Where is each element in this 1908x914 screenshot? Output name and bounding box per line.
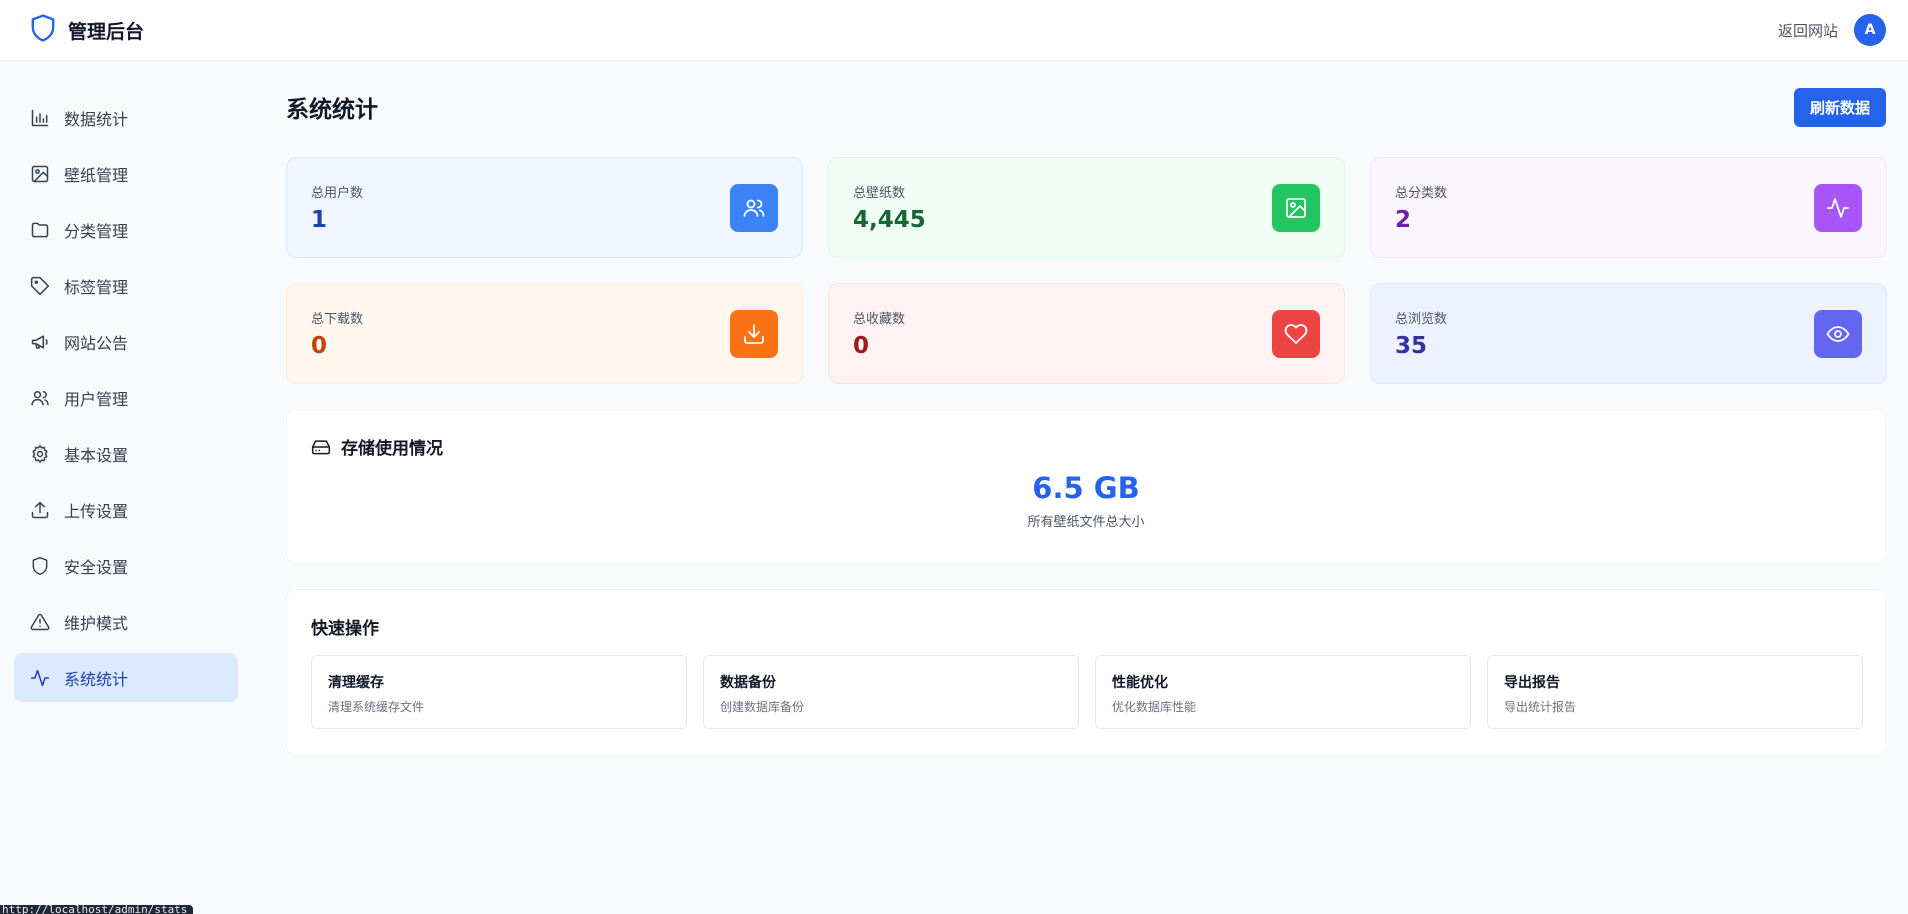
sidebar: 数据统计 壁纸管理 分类管理 标签管理 网站公告 用户管理 基本设置 上传设置 … [0, 61, 252, 914]
sidebar-item-announcements[interactable]: 网站公告 [14, 317, 238, 366]
sidebar-item-label: 基本设置 [64, 445, 129, 465]
image-icon [1272, 183, 1320, 232]
sidebar-item-security[interactable]: 安全设置 [14, 541, 238, 590]
stat-card-favorites: 总收藏数 0 [828, 283, 1345, 384]
sidebar-item-wallpapers[interactable]: 壁纸管理 [14, 149, 238, 198]
sidebar-item-categories[interactable]: 分类管理 [14, 205, 238, 254]
stat-card-views: 总浏览数 35 [1370, 283, 1887, 384]
quick-action-title: 导出报告 [1504, 675, 1560, 691]
storage-description: 所有壁纸文件总大小 [1027, 515, 1145, 530]
quick-action-desc: 优化数据库性能 [1112, 700, 1197, 714]
megaphone-icon [31, 334, 48, 349]
data-backup-action[interactable]: 数据备份 创建数据库备份 [703, 655, 1079, 729]
upload-icon [31, 501, 49, 518]
stat-value: 1 [311, 207, 328, 233]
stat-card-categories: 总分类数 2 [1370, 157, 1887, 258]
sidebar-item-label: 安全设置 [64, 557, 129, 577]
users-icon [730, 183, 778, 232]
stat-value: 35 [1395, 333, 1428, 359]
tag-icon [30, 276, 50, 295]
app-title: 管理后台 [68, 20, 145, 43]
performance-optimize-action[interactable]: 性能优化 优化数据库性能 [1095, 655, 1471, 729]
sidebar-item-label: 数据统计 [64, 109, 129, 129]
top-bar: 管理后台 返回网站 A [0, 0, 1908, 61]
storage-panel: 存储使用情况 6.5 GB 所有壁纸文件总大小 [286, 409, 1886, 564]
sidebar-item-label: 壁纸管理 [64, 165, 129, 185]
sidebar-item-upload-settings[interactable]: 上传设置 [14, 485, 238, 534]
quick-action-title: 性能优化 [1112, 675, 1168, 691]
quick-actions-title: 快速操作 [311, 619, 379, 639]
stat-value: 4,445 [853, 207, 926, 233]
sidebar-item-label: 维护模式 [64, 613, 129, 633]
stat-value: 0 [853, 333, 870, 359]
sidebar-item-label: 系统统计 [64, 669, 129, 689]
warning-icon [30, 613, 50, 630]
back-to-site-link[interactable]: 返回网站 [1778, 20, 1838, 41]
sidebar-item-basic-settings[interactable]: 基本设置 [14, 429, 238, 478]
sidebar-item-tags[interactable]: 标签管理 [14, 261, 238, 310]
sidebar-item-label: 用户管理 [64, 389, 129, 409]
image-icon [31, 165, 49, 182]
eye-icon [1814, 309, 1862, 358]
stat-label: 总浏览数 [1395, 312, 1448, 327]
quick-action-desc: 清理系统缓存文件 [328, 700, 425, 714]
sidebar-item-label: 标签管理 [64, 277, 129, 297]
quick-action-title: 数据备份 [720, 675, 776, 691]
sidebar-item-data-stats[interactable]: 数据统计 [14, 93, 238, 142]
activity-icon [30, 669, 50, 686]
stat-label: 总下载数 [311, 312, 364, 327]
quick-action-title: 清理缓存 [328, 675, 384, 691]
stat-value: 0 [311, 333, 328, 359]
download-icon [730, 309, 778, 358]
shield-icon [32, 556, 48, 575]
stat-value: 2 [1395, 207, 1412, 233]
sidebar-item-label: 网站公告 [64, 333, 129, 353]
stat-label: 总用户数 [311, 186, 364, 201]
gear-icon [32, 444, 48, 463]
shield-logo-icon [30, 14, 56, 46]
stat-label: 总收藏数 [853, 312, 906, 327]
stat-card-wallpapers: 总壁纸数 4,445 [828, 157, 1345, 258]
heart-icon [1272, 309, 1320, 358]
clear-cache-action[interactable]: 清理缓存 清理系统缓存文件 [311, 655, 687, 729]
folder-icon [31, 222, 49, 237]
brand[interactable]: 管理后台 [30, 14, 144, 46]
quick-actions-panel: 快速操作 清理缓存 清理系统缓存文件 数据备份 创建数据库备份 性能优化 优化数… [286, 589, 1886, 756]
status-bar-url: http://localhost/admin/stats [0, 905, 193, 914]
quick-action-desc: 创建数据库备份 [720, 700, 805, 714]
sidebar-item-users[interactable]: 用户管理 [14, 373, 238, 422]
sidebar-item-label: 分类管理 [64, 221, 129, 241]
sidebar-item-label: 上传设置 [64, 501, 129, 521]
users-icon [31, 390, 49, 405]
avatar[interactable]: A [1854, 14, 1886, 46]
sidebar-item-system-stats[interactable]: 系统统计 [14, 653, 238, 702]
stats-grid: 总用户数 1 总壁纸数 4,445 总分类数 2 总下载数 0 总收藏数 0 总… [286, 157, 1887, 384]
refresh-data-button[interactable]: 刷新数据 [1793, 87, 1886, 127]
activity-icon [1814, 183, 1862, 232]
main-content: 系统统计 刷新数据 总用户数 1 总壁纸数 4,445 总分类数 2 总下载数 … [286, 61, 1887, 756]
stat-card-downloads: 总下载数 0 [286, 283, 803, 384]
page-title: 系统统计 [286, 97, 378, 123]
quick-action-desc: 导出统计报告 [1504, 700, 1577, 714]
export-report-action[interactable]: 导出报告 导出统计报告 [1487, 655, 1863, 729]
stat-label: 总壁纸数 [853, 186, 906, 201]
stat-card-users: 总用户数 1 [286, 157, 803, 258]
sidebar-item-maintenance[interactable]: 维护模式 [14, 597, 238, 646]
storage-title: 存储使用情况 [341, 439, 443, 459]
stat-label: 总分类数 [1395, 186, 1448, 201]
storage-total-value: 6.5 GB [1032, 471, 1140, 505]
bar-chart-icon [31, 109, 49, 126]
hard-drive-icon [311, 439, 331, 454]
